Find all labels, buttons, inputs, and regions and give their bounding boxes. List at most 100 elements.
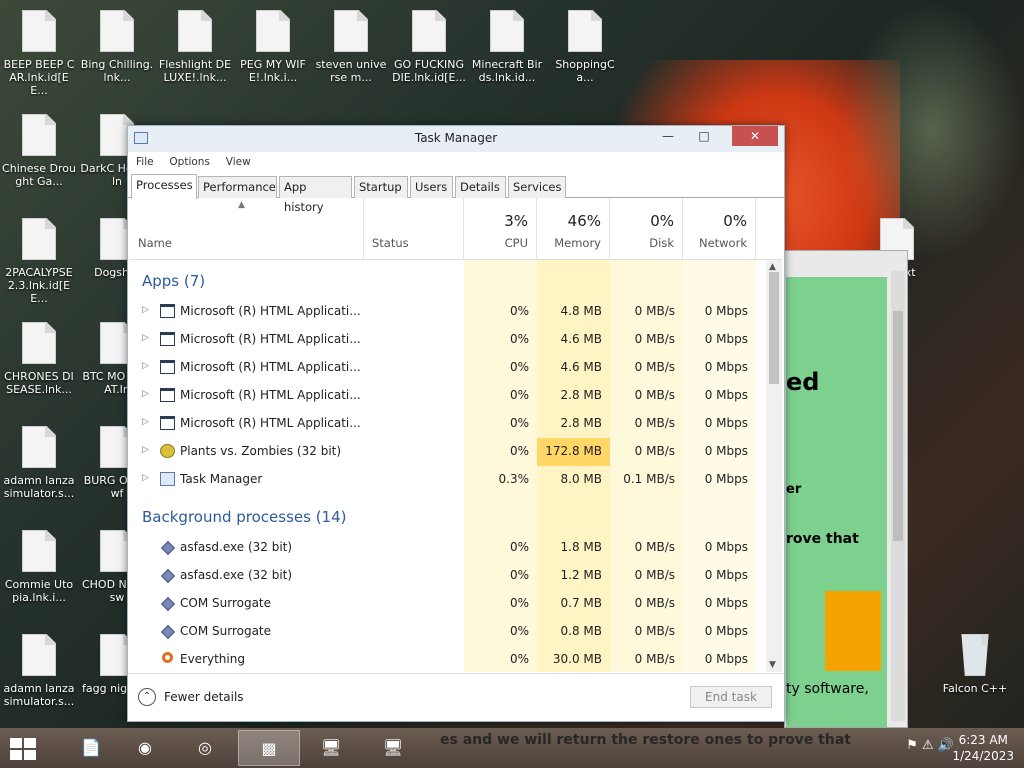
cell-cpu: 0% — [509, 304, 529, 318]
taskbar-firefox[interactable]: ◉ — [114, 730, 176, 766]
background-window[interactable] — [784, 250, 908, 728]
maximize-button[interactable]: □ — [690, 126, 718, 146]
taskbar-hta-1[interactable]: 🖥 — [300, 730, 362, 766]
expand-arrow-icon[interactable]: ▷ — [142, 305, 149, 315]
desktop-icon-label: adamn lanza simulator.s... — [3, 682, 75, 708]
column-network[interactable]: 0% Network — [683, 198, 756, 260]
tab-details[interactable]: Details — [455, 176, 506, 198]
cell-cpu: 0% — [509, 360, 529, 374]
process-list-scrollbar[interactable]: ▲ ▼ — [766, 260, 782, 672]
cell-disk: 0.1 MB/s — [623, 472, 675, 486]
scroll-up-icon[interactable]: ▲ — [769, 262, 776, 272]
column-memory[interactable]: 46% Memory — [537, 198, 610, 260]
desktop-icon[interactable]: Minecraft Birds.lnk.id... — [468, 0, 546, 96]
cell-mem: 4.8 MB — [560, 304, 602, 318]
desktop-icon[interactable]: adamn lanza simulator.s... — [0, 416, 78, 512]
scrollbar-thumb[interactable] — [769, 272, 779, 384]
cell-net: 0 Mbps — [704, 332, 748, 346]
expand-arrow-icon[interactable]: ▷ — [142, 473, 149, 483]
bg-text-line4: encryp — [90, 711, 128, 724]
task-manager-window[interactable]: Task Manager — □ ✕ File Options View Pro… — [127, 125, 785, 722]
desktop-icon[interactable]: PEG MY WIFE!.lnk.i... — [234, 0, 312, 96]
start-button[interactable] — [10, 738, 36, 760]
end-task-button[interactable]: End task — [690, 686, 772, 708]
clock-time: 6:23 AM — [958, 733, 1008, 747]
minimize-button[interactable]: — — [654, 126, 682, 146]
cell-disk: 0 MB/s — [634, 304, 675, 318]
desktop-icon[interactable]: ShoppingCa... — [546, 0, 624, 96]
expand-arrow-icon[interactable]: ▷ — [142, 361, 149, 371]
scroll-down-icon[interactable]: ▼ — [769, 660, 776, 670]
column-header: ▲ Name Status 3% CPU 46% Memory 0% Disk … — [130, 198, 782, 260]
desktop-icon[interactable]: Commie Utopia.lnk.i... — [0, 520, 78, 616]
tab-processes[interactable]: Processes — [131, 174, 197, 199]
bg-text-line3: ty software, — [786, 681, 869, 697]
desktop-icon[interactable]: Fleshlight DELUXE!.lnk... — [156, 0, 234, 96]
tab-app-history[interactable]: App history — [279, 176, 352, 214]
desktop-icon[interactable]: Falcon C++ — [936, 624, 1014, 720]
desktop-icon[interactable]: Chinese Drought Ga... — [0, 104, 78, 200]
taskbar-hta-2[interactable]: 🖥 — [362, 730, 424, 766]
process-name: Microsoft (R) HTML Applicati... — [180, 304, 361, 318]
table-row[interactable]: COM Surrogate 0% 0.7 MB 0 MB/s 0 Mbps — [130, 590, 768, 618]
desktop-icon[interactable]: GO FUCKING DIE.lnk.id[E... — [390, 0, 468, 96]
table-row[interactable]: asfasd.exe (32 bit) 0% 1.8 MB 0 MB/s 0 Mbps — [130, 534, 768, 562]
menu-file[interactable]: File — [136, 152, 154, 172]
background-scrollbar-thumb[interactable] — [893, 311, 903, 541]
desktop-icon[interactable]: CHRONES DISEASE.lnk... — [0, 312, 78, 408]
tab-performance[interactable]: Performance — [198, 176, 277, 198]
cell-net: 0 Mbps — [704, 388, 748, 402]
file-icon — [22, 634, 56, 676]
cell-cpu: 0% — [509, 540, 529, 554]
taskbar-obama-app[interactable]: ◎ — [174, 730, 236, 766]
desktop-icon[interactable]: Bing Chilling.lnk... — [78, 0, 156, 96]
system-tray[interactable]: ⚑ ⚠ 🔊 — [906, 738, 954, 753]
title-bar[interactable]: Task Manager — □ ✕ — [128, 126, 784, 152]
column-cpu[interactable]: 3% CPU — [464, 198, 537, 260]
desktop-icon[interactable]: 2PACALYPSE 2.3.lnk.id[EE... — [0, 208, 78, 305]
group-background: Background processes (14) — [142, 508, 347, 526]
expand-arrow-icon[interactable]: ▷ — [142, 417, 149, 427]
desktop-icon-label: Commie Utopia.lnk.i... — [4, 578, 74, 604]
tab-users[interactable]: Users — [410, 176, 453, 198]
expand-arrow-icon[interactable]: ▷ — [142, 389, 149, 399]
table-row[interactable]: asfasd.exe (32 bit) 0% 1.2 MB 0 MB/s 0 Mbps — [130, 562, 768, 590]
desktop-icon[interactable]: adamn lanza simulator.s... — [0, 624, 78, 720]
column-status[interactable]: Status — [364, 198, 464, 260]
expand-arrow-icon[interactable]: ▷ — [142, 445, 149, 455]
desktop-icon[interactable]: steven universe m... — [312, 0, 390, 96]
cell-disk: 0 MB/s — [634, 652, 675, 666]
taskbar-task-manager[interactable]: ▩ — [238, 730, 300, 766]
chevron-up-icon[interactable]: ⌃ — [138, 688, 156, 706]
close-button[interactable]: ✕ — [732, 126, 778, 146]
cell-mem: 0.8 MB — [560, 624, 602, 638]
cell-net: 0 Mbps — [704, 304, 748, 318]
table-row[interactable]: ▷ Microsoft (R) HTML Applicati... 0% 4.8 MB… — [130, 298, 768, 326]
desktop-icon[interactable]: BEEP BEEP CAR.lnk.id[EE... — [0, 0, 78, 97]
tab-services[interactable]: Services — [508, 176, 566, 198]
table-row[interactable]: COM Surrogate 0% 0.8 MB 0 MB/s 0 Mbps — [130, 618, 768, 646]
table-row[interactable]: ▷ Plants vs. Zombies (32 bit) 0% 172.8 MB 0 … — [130, 438, 768, 466]
process-list[interactable]: Apps (7) Background processes (14) ▷ Micr… — [130, 260, 768, 672]
plants-vs-zombies-icon — [160, 444, 175, 458]
fewer-details-link[interactable]: Fewer details — [164, 690, 244, 704]
table-row[interactable]: ▷ Microsoft (R) HTML Applicati... 0% 2.8 MB… — [130, 382, 768, 410]
table-row[interactable]: ▷ Microsoft (R) HTML Applicati... 0% 4.6 MB… — [130, 354, 768, 382]
footer: ⌃ Fewer details End task — [128, 673, 784, 721]
table-row[interactable]: ▷ Task Manager 0.3% 8.0 MB 0.1 MB/s 0 Mbps — [130, 466, 768, 494]
table-row[interactable]: ▷ Microsoft (R) HTML Applicati... 0% 2.8 MB… — [130, 410, 768, 438]
taskbar-file-explorer[interactable]: 📄 — [60, 730, 122, 766]
tab-strip: Processes Performance App history Startu… — [128, 172, 784, 214]
table-row[interactable]: Everything 0% 30.0 MB 0 MB/s 0 Mbps — [130, 646, 768, 672]
cell-cpu: 0% — [509, 624, 529, 638]
column-name[interactable]: ▲ Name — [130, 198, 364, 260]
menu-view[interactable]: View — [226, 152, 251, 172]
table-row[interactable]: ▷ Microsoft (R) HTML Applicati... 0% 4.6 MB… — [130, 326, 768, 354]
cell-cpu: 0% — [509, 568, 529, 582]
menu-options[interactable]: Options — [169, 152, 210, 172]
expand-arrow-icon[interactable]: ▷ — [142, 333, 149, 343]
tab-startup[interactable]: Startup — [354, 176, 408, 198]
task-manager-icon — [160, 472, 175, 486]
clock[interactable]: 6:23 AM 1/24/2023 — [952, 732, 1014, 764]
column-disk[interactable]: 0% Disk — [610, 198, 683, 260]
